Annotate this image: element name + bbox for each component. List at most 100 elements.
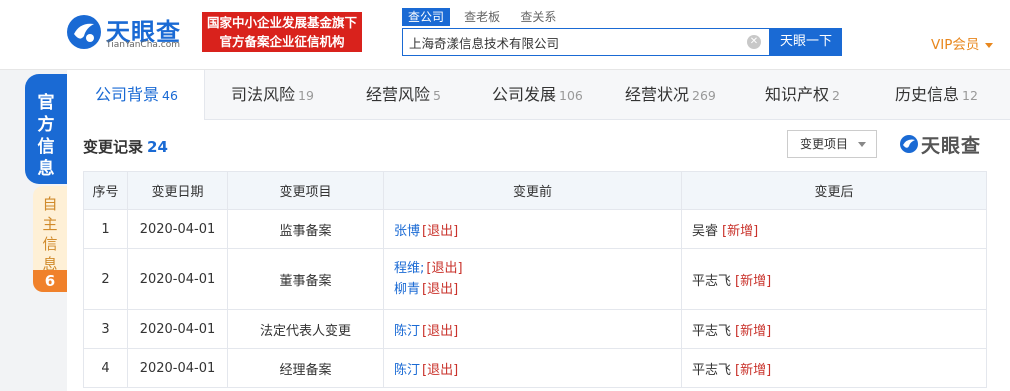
cell-item: 董事备案 — [227, 248, 384, 310]
tianyancha-watermark: 天眼查 — [899, 130, 989, 158]
vip-menu[interactable]: VIP会员 — [931, 33, 994, 53]
tab-search-relation[interactable]: 查关系 — [514, 8, 562, 26]
cell-date: 2020-04-01 — [127, 209, 228, 249]
change-record-table: 序号 变更日期 变更项目 变更前 变更后 1 2020-04-01 监事备案 张… — [83, 171, 987, 388]
watermark-text: 天眼查 — [921, 135, 982, 157]
side-tab-self-info[interactable]: 自主信息 6 — [33, 186, 67, 292]
vip-label: VIP会员 — [931, 37, 980, 53]
cell-before: 陈汀 [退出] — [383, 348, 682, 388]
change-item-filter[interactable]: 变更项目 — [787, 130, 877, 158]
watermark-logo-icon — [900, 135, 918, 153]
nav-label: 公司背景 — [95, 85, 160, 104]
nav-count: 19 — [298, 88, 314, 103]
nav-count: 269 — [692, 88, 716, 103]
logo-mark-icon — [67, 15, 101, 49]
table-row: 4 2020-04-01 经理备案 陈汀 [退出] 平志飞 [新增] — [83, 348, 987, 388]
badge-line2: 官方备案企业征信机构 — [219, 34, 345, 49]
nav-count: 2 — [832, 88, 840, 103]
caret-down-icon — [858, 142, 866, 147]
top-header: 天眼查 TianYanCha.com 国家中小企业发展基金旗下 官方备案企业征信… — [0, 0, 1010, 70]
search-type-tabs: 查公司 查老板 查关系 — [402, 8, 566, 26]
cell-no: 1 — [83, 209, 128, 249]
cell-after: 平志飞 [新增] — [681, 348, 987, 388]
filter-label: 变更项目 — [800, 137, 849, 151]
nav-company-background[interactable]: 公司背景 46 — [95, 70, 178, 120]
person-link[interactable]: 张博 — [394, 224, 420, 239]
col-header-before: 变更前 — [383, 171, 682, 210]
tab-search-boss[interactable]: 查老板 — [458, 8, 506, 26]
nav-operating-status[interactable]: 经营状况 269 — [625, 70, 716, 120]
side-tab-official-info[interactable]: 官方信息 — [25, 74, 67, 184]
exit-tag: [退出] — [422, 223, 459, 239]
nav-count: 106 — [559, 88, 583, 103]
cell-no: 3 — [83, 309, 128, 349]
nav-company-development[interactable]: 公司发展 106 — [492, 70, 583, 120]
cell-date: 2020-04-01 — [127, 309, 228, 349]
cell-after: 吴睿 [新增] — [681, 209, 987, 249]
nav-history-info[interactable]: 历史信息 12 — [895, 70, 978, 120]
tianyancha-logo[interactable]: 天眼查 TianYanCha.com — [66, 12, 196, 52]
section-count: 24 — [147, 138, 168, 156]
side-tab-self-count: 6 — [33, 270, 67, 292]
nav-count: 5 — [433, 88, 441, 103]
section-title: 变更记录 24 — [83, 136, 168, 157]
nav-judicial-risk[interactable]: 司法风险 19 — [231, 70, 314, 120]
exit-tag: [退出] — [422, 323, 459, 339]
category-nav: 公司背景 46 司法风险 19 经营风险 5 公司发展 106 经营状况 269 知识产权… — [67, 70, 1010, 120]
search-input[interactable] — [403, 29, 733, 55]
cell-item: 法定代表人变更 — [227, 309, 384, 349]
cell-item: 监事备案 — [227, 209, 384, 249]
cell-no: 2 — [83, 248, 128, 310]
col-header-after: 变更后 — [681, 171, 987, 210]
person-name: 平志飞 — [692, 273, 732, 289]
section-title-text: 变更记录 — [83, 138, 144, 156]
col-header-no: 序号 — [83, 171, 128, 210]
before-entry: 程维; [退出] — [394, 258, 681, 279]
nav-intellectual-property[interactable]: 知识产权 2 — [765, 70, 840, 120]
cell-before: 张博 [退出] — [383, 209, 682, 249]
table-header-row: 序号 变更日期 变更项目 变更前 变更后 — [83, 171, 987, 210]
cell-after: 平志飞 [新增] — [681, 309, 987, 349]
nav-count: 46 — [162, 88, 178, 103]
table-row: 3 2020-04-01 法定代表人变更 陈汀 [退出] 平志飞 [新增] — [83, 309, 987, 349]
cell-date: 2020-04-01 — [127, 248, 228, 310]
tab-search-company[interactable]: 查公司 — [402, 8, 451, 26]
person-link[interactable]: 柳青 — [394, 282, 420, 297]
cell-after: 平志飞 [新增] — [681, 248, 987, 310]
cell-before: 程维; [退出] 柳青 [退出] — [383, 248, 682, 310]
cell-no: 4 — [83, 348, 128, 388]
person-link[interactable]: 陈汀 — [394, 324, 420, 339]
person-name: 吴睿 — [692, 223, 719, 239]
col-header-item: 变更项目 — [227, 171, 384, 210]
col-header-date: 变更日期 — [127, 171, 228, 210]
logo-url: TianYanCha.com — [106, 40, 181, 50]
clear-icon[interactable]: ✕ — [747, 35, 761, 49]
new-tag: [新增] — [735, 273, 772, 289]
main-panel: 公司背景 46 司法风险 19 经营风险 5 公司发展 106 经营状况 269 知识产权… — [67, 70, 1010, 391]
person-link[interactable]: 陈汀 — [394, 363, 420, 378]
cell-date: 2020-04-01 — [127, 348, 228, 388]
nav-operating-risk[interactable]: 经营风险 5 — [366, 70, 441, 120]
nav-count: 12 — [962, 88, 978, 103]
search-button[interactable]: 天眼一下 — [770, 28, 842, 56]
new-tag: [新增] — [735, 362, 772, 378]
nav-label: 公司发展 — [492, 85, 557, 104]
nav-label: 司法风险 — [231, 85, 296, 104]
person-name: 平志飞 — [692, 362, 732, 378]
official-badge: 国家中小企业发展基金旗下 官方备案企业征信机构 — [202, 12, 362, 52]
cell-before: 陈汀 [退出] — [383, 309, 682, 349]
person-name: 平志飞 — [692, 323, 732, 339]
exit-tag: [退出] — [422, 282, 459, 297]
side-tab-self-label: 自主信息 — [42, 195, 58, 273]
exit-tag: [退出] — [422, 362, 459, 378]
caret-down-icon — [985, 42, 994, 48]
table-row: 1 2020-04-01 监事备案 张博 [退出] 吴睿 [新增] — [83, 209, 987, 249]
nav-label: 知识产权 — [765, 85, 830, 104]
nav-label: 经营风险 — [366, 85, 431, 104]
new-tag: [新增] — [722, 223, 759, 239]
before-entry: 柳青 [退出] — [394, 279, 681, 300]
nav-label: 历史信息 — [895, 85, 960, 104]
person-link[interactable]: 程维; — [394, 261, 424, 276]
cell-item: 经理备案 — [227, 348, 384, 388]
side-tab-official-label: 官方信息 — [37, 93, 55, 179]
